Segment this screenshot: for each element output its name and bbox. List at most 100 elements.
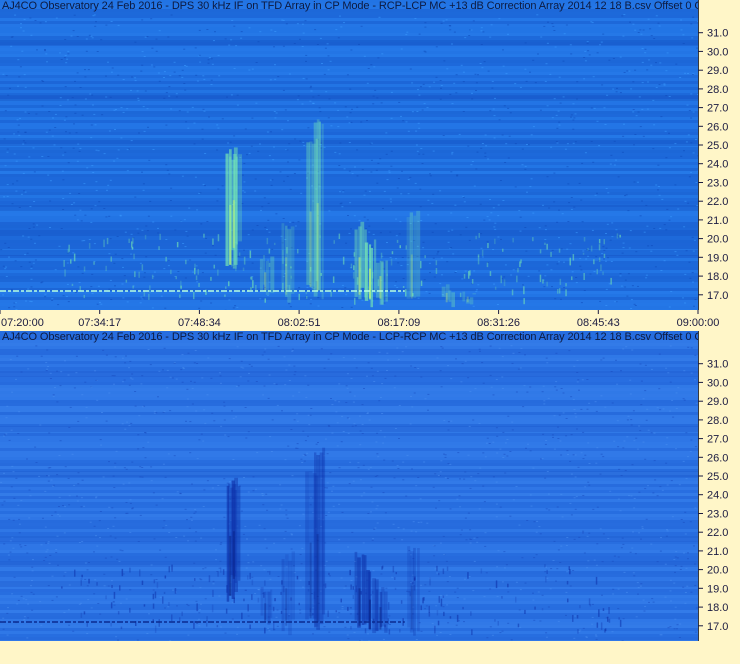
noise-speckle — [607, 538, 610, 540]
emission-dot — [203, 233, 205, 238]
noise-speckle — [240, 360, 243, 362]
noise-speckle — [122, 483, 125, 485]
noise-speckle — [676, 624, 679, 626]
noise-speckle — [602, 533, 605, 535]
emission-dot — [298, 602, 300, 606]
noise-speckle — [663, 83, 666, 85]
emission-dot — [64, 269, 66, 277]
frequency-tick-label: 22.0 — [707, 196, 728, 208]
noise-speckle — [532, 599, 535, 601]
noise-speckle — [223, 401, 226, 403]
emission-dot — [598, 609, 600, 617]
noise-speckle — [603, 249, 606, 251]
noise-speckle — [163, 411, 166, 413]
dark-band — [0, 426, 698, 432]
noise-speckle — [90, 221, 93, 223]
emission-dot — [608, 618, 611, 623]
emission-dot — [144, 234, 147, 240]
noise-speckle — [7, 607, 9, 609]
noise-speckle — [595, 564, 598, 566]
noise-speckle — [343, 168, 346, 170]
noise-speckle — [565, 24, 568, 26]
noise-speckle — [464, 37, 467, 39]
noise-speckle — [483, 61, 486, 63]
emission-dot — [179, 294, 181, 298]
noise-speckle — [376, 505, 379, 507]
noise-speckle — [40, 624, 43, 626]
noise-speckle — [641, 48, 644, 49]
noise-speckle — [58, 496, 61, 498]
noise-speckle — [73, 387, 76, 389]
noise-speckle — [605, 305, 608, 306]
noise-speckle — [623, 14, 626, 15]
noise-speckle — [595, 638, 598, 640]
noise-speckle — [151, 307, 154, 309]
noise-speckle — [340, 26, 343, 28]
noise-speckle — [586, 567, 589, 569]
frequency-tick-label: 19.0 — [707, 583, 728, 595]
noise-speckle — [639, 585, 642, 587]
noise-speckle — [304, 20, 307, 22]
noise-speckle — [682, 586, 685, 588]
emission-dot — [471, 629, 473, 636]
frequency-band — [0, 445, 698, 448]
noise-speckle — [17, 504, 20, 506]
noise-speckle — [393, 538, 396, 540]
noise-speckle — [137, 434, 140, 436]
noise-speckle — [198, 29, 201, 31]
noise-speckle — [492, 394, 495, 396]
noise-speckle — [297, 95, 300, 97]
noise-speckle — [558, 261, 560, 263]
noise-speckle — [405, 495, 408, 497]
noise-speckle — [76, 500, 79, 502]
noise-speckle — [198, 54, 201, 56]
noise-speckle — [410, 395, 412, 397]
dark-band — [0, 95, 698, 101]
noise-speckle — [563, 287, 566, 289]
noise-speckle — [558, 414, 561, 416]
noise-speckle — [397, 468, 400, 469]
noise-speckle — [105, 354, 108, 356]
noise-speckle — [67, 162, 70, 164]
noise-speckle — [29, 495, 32, 497]
noise-speckle — [30, 278, 33, 280]
frequency-tick-label: 20.0 — [707, 234, 728, 246]
noise-speckle — [380, 573, 383, 575]
noise-speckle — [301, 103, 304, 105]
noise-speckle — [8, 439, 11, 441]
noise-speckle — [422, 247, 425, 249]
noise-speckle — [595, 410, 598, 412]
noise-speckle — [189, 452, 192, 454]
noise-speckle — [96, 545, 99, 547]
emission-dot — [194, 578, 196, 581]
noise-speckle — [90, 286, 93, 288]
noise-speckle — [175, 96, 178, 98]
noise-speckle — [310, 85, 312, 87]
noise-speckle — [373, 528, 376, 530]
frequency-band — [0, 352, 698, 355]
noise-speckle — [252, 490, 255, 492]
noise-speckle — [126, 170, 129, 172]
noise-speckle — [480, 44, 483, 45]
noise-speckle — [150, 466, 153, 468]
rcp-lcp-title: AJ4CO Observatory 24 Feb 2016 - DPS 30 k… — [2, 0, 698, 12]
noise-speckle — [440, 386, 443, 388]
frequency-band — [0, 60, 698, 63]
noise-speckle — [645, 518, 648, 520]
emission-dot — [494, 619, 496, 622]
noise-speckle — [501, 376, 504, 378]
noise-speckle — [553, 30, 556, 31]
noise-speckle — [142, 297, 145, 299]
frequency-band — [0, 511, 698, 514]
noise-speckle — [524, 227, 527, 228]
noise-speckle — [615, 159, 617, 161]
frequency-band — [0, 487, 698, 490]
noise-speckle — [385, 587, 388, 589]
noise-speckle — [137, 541, 140, 542]
noise-speckle — [483, 596, 486, 598]
noise-speckle — [467, 377, 470, 379]
noise-speckle — [526, 391, 529, 393]
noise-speckle — [429, 272, 431, 274]
frequency-band — [0, 57, 698, 60]
noise-speckle — [221, 118, 224, 120]
